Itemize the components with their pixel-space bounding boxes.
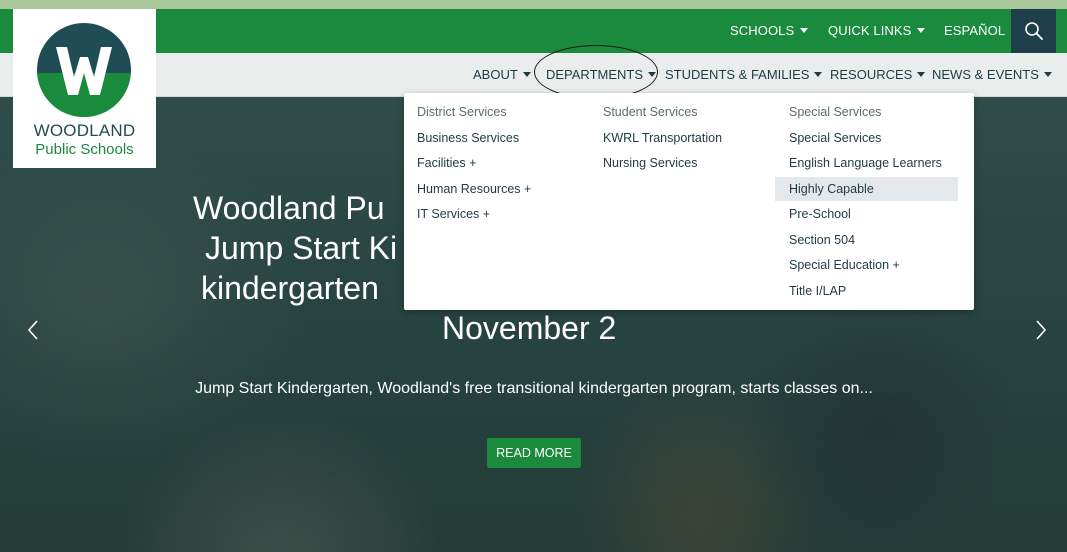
carousel-next-icon[interactable] [1030,318,1050,342]
chevron-down-icon [814,72,823,78]
dropdown-item-title-i-lap[interactable]: Title I/LAP [789,279,846,303]
schools-label: SCHOOLS [730,23,795,38]
nav-students-families[interactable]: STUDENTS & FAMILIES [665,53,823,97]
hero-description: Jump Start Kindergarten, Woodland's free… [195,380,873,397]
hero-title-line-2: Jump Start Ki [205,230,398,266]
hero-title-line-1: Woodland Pu [193,190,385,226]
w-logo-icon [56,47,112,95]
utility-bar: SCHOOLS QUICK LINKS ESPAÑOL [0,9,1067,53]
dropdown-heading-district-services: District Services [417,105,507,119]
top-strip [0,0,1067,9]
dropdown-item-nursing-services[interactable]: Nursing Services [603,151,697,175]
site-logo[interactable]: WOODLAND Public Schools [13,9,156,168]
chevron-down-icon [917,72,926,78]
dropdown-item-special-services[interactable]: Special Services [789,126,881,150]
dropdown-item-highly-capable[interactable]: Highly Capable [775,177,958,201]
logo-name: WOODLAND [33,121,136,140]
nav-resources-label: RESOURCES [830,67,913,82]
nav-resources[interactable]: RESOURCES [830,53,926,97]
espanol-link[interactable]: ESPAÑOL [944,9,1005,53]
logo-emblem [37,23,131,117]
chevron-down-icon [800,28,809,34]
nav-students-label: STUDENTS & FAMILIES [665,67,810,82]
schools-menu[interactable]: SCHOOLS [730,9,809,53]
dropdown-heading-special-services: Special Services [789,105,882,119]
chevron-down-icon [917,28,926,34]
search-icon [1024,22,1043,40]
dropdown-item-pre-school[interactable]: Pre-School [789,202,851,226]
nav-news-label: NEWS & EVENTS [932,67,1039,82]
logo-subtitle: Public Schools [35,141,134,158]
search-button[interactable] [1011,9,1056,53]
dropdown-item-section-504[interactable]: Section 504 [789,228,855,252]
chevron-down-icon [522,72,531,78]
dropdown-item-kwrl-transportation[interactable]: KWRL Transportation [603,126,722,150]
nav-news-events[interactable]: NEWS & EVENTS [932,53,1052,97]
carousel-prev-icon[interactable] [24,318,44,342]
chevron-down-icon [1043,72,1052,78]
departments-dropdown: District Services Business Services Faci… [404,93,974,310]
dropdown-item-english-language-learners[interactable]: English Language Learners [789,151,942,175]
dropdown-item-facilities[interactable]: Facilities + [417,151,476,175]
dropdown-item-business-services[interactable]: Business Services [417,126,519,150]
departments-circle-annotation [534,45,658,99]
hero-title-line-3: kindergarten [201,270,379,306]
hero-title-line-4: November 2 [442,310,617,346]
dropdown-item-human-resources[interactable]: Human Resources + [417,177,531,201]
quick-links-label: QUICK LINKS [828,23,912,38]
dropdown-heading-student-services: Student Services [603,105,698,119]
nav-about[interactable]: ABOUT [473,53,531,97]
dropdown-item-it-services[interactable]: IT Services + [417,202,490,226]
quick-links-menu[interactable]: QUICK LINKS [828,9,926,53]
read-more-button[interactable]: READ MORE [487,438,581,468]
espanol-label: ESPAÑOL [944,23,1006,38]
dropdown-item-special-education[interactable]: Special Education + [789,253,900,277]
nav-about-label: ABOUT [473,67,518,82]
